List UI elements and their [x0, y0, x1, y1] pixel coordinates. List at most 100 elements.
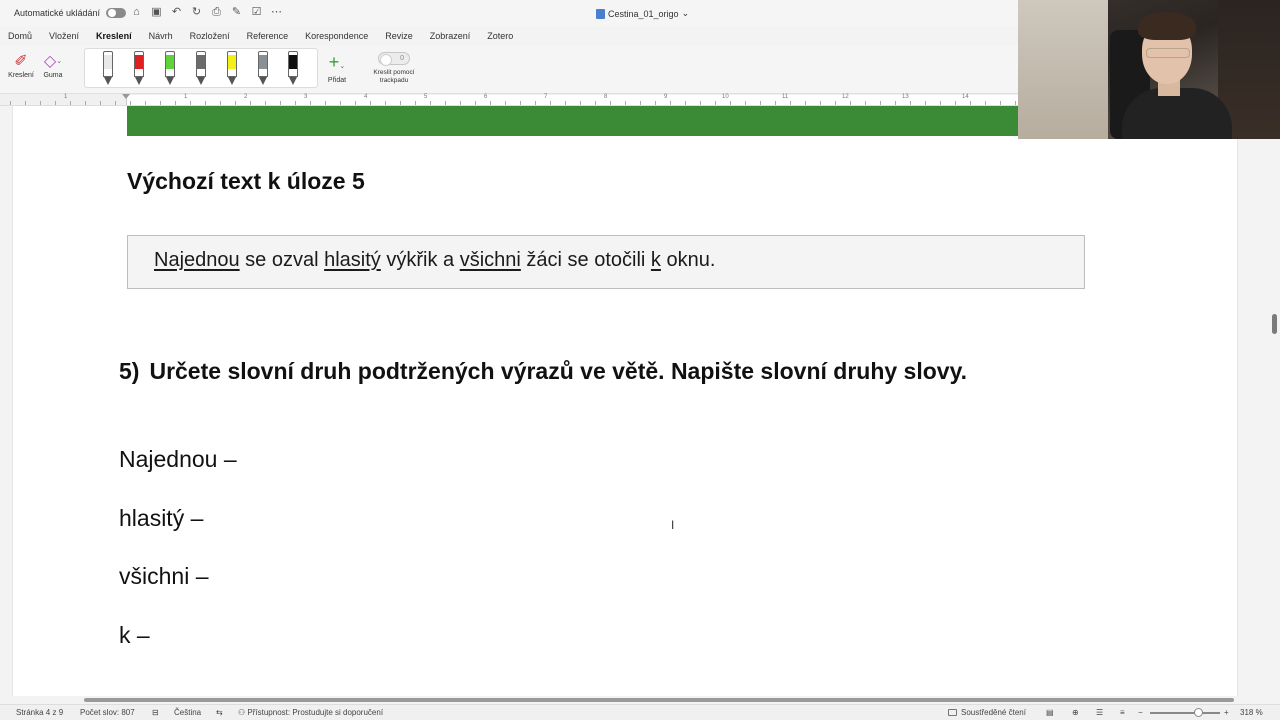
vertical-scroll-thumb[interactable] [1272, 314, 1277, 334]
outline-view-icon[interactable]: ☰ [1096, 708, 1103, 717]
trackpad-label: Kreslit pomocí trackpadu [373, 69, 415, 84]
print-icon[interactable]: ⎙ [210, 6, 223, 19]
source-text-box: Najednou se ozval hlasitý výkřik a všich… [127, 235, 1085, 289]
dark-pencil-pen[interactable] [195, 51, 207, 87]
document-canvas[interactable]: Výchozí text k úloze 5 Najednou se ozval… [0, 106, 1268, 696]
ruler-number: 4 [364, 94, 368, 100]
task-number: 5) [119, 358, 140, 384]
tab-zotero[interactable]: Zotero [487, 27, 521, 45]
word-count[interactable]: Počet slov: 807 [80, 708, 135, 717]
web-layout-icon[interactable]: ⊕ [1072, 708, 1079, 717]
pen-icon[interactable]: ✎ [230, 6, 243, 19]
redo-icon[interactable]: ↻ [190, 6, 203, 19]
sentence-text: oknu. [660, 249, 716, 271]
indent-marker[interactable] [122, 94, 130, 99]
answer-line[interactable]: všichni – [119, 563, 208, 590]
tab-references[interactable]: Reference [247, 27, 297, 45]
text-cursor-icon: I [671, 518, 675, 532]
eraser-icon: ◇ ⌄ [43, 53, 63, 70]
status-bar: Stránka 4 z 9 Počet slov: 807 ⊟ Čeština … [0, 704, 1280, 720]
print-layout-icon[interactable]: ▤ [1046, 708, 1054, 717]
tab-layout[interactable]: Rozložení [190, 27, 238, 45]
green-banner [127, 106, 1031, 136]
ruler-number: 10 [722, 94, 729, 100]
autosave: Automatické ukládání [14, 8, 127, 18]
ruler-number: 11 [782, 94, 789, 100]
ruler-number: 7 [544, 94, 548, 100]
document-page[interactable]: Výchozí text k úloze 5 Najednou se ozval… [12, 106, 1238, 696]
ruler-number: 13 [902, 94, 909, 100]
source-text-heading: Výchozí text k úloze 5 [127, 168, 365, 194]
green-pen[interactable] [164, 51, 176, 87]
tab-mailings[interactable]: Korespondence [305, 27, 376, 45]
draw-pen-icon: ✐ [14, 53, 28, 70]
ruler-ticks [10, 101, 1020, 105]
track-changes-icon[interactable]: ⇆ [216, 708, 223, 717]
tab-review[interactable]: Revize [385, 27, 421, 45]
tab-insert[interactable]: Vložení [49, 27, 87, 45]
horizontal-scrollbar[interactable] [0, 696, 1268, 704]
underlined-word: Najednou [154, 249, 240, 271]
black-pen[interactable] [287, 51, 299, 87]
tab-draw[interactable]: Kreslení [96, 27, 140, 48]
zoom-slider[interactable] [1150, 712, 1220, 714]
language[interactable]: Čeština [174, 708, 201, 717]
tab-design[interactable]: Návrh [149, 27, 181, 45]
focus-mode[interactable]: Soustředěné čtení [948, 708, 1026, 717]
gray-highlighter[interactable] [257, 51, 269, 87]
trackpad-toggle[interactable]: 0 [378, 52, 410, 66]
draft-view-icon[interactable]: ≡ [1120, 708, 1125, 717]
task-text: Určete slovní druh podtržených výrazů ve… [149, 358, 968, 384]
word-doc-icon [596, 8, 605, 19]
answer-line[interactable]: Najednou – [119, 446, 237, 473]
underlined-word: k [650, 249, 661, 271]
accessibility-status[interactable]: ⚇ Přístupnost: Prostudujte si doporučení [238, 708, 383, 717]
sentence-text: výkřik a [380, 249, 460, 271]
plus-icon: +⌄ [328, 52, 346, 72]
autosave-label: Automatické ukládání [14, 8, 101, 18]
accessibility-icon: ⚇ [238, 708, 248, 717]
trackpad-draw: 0 Kreslit pomocí trackpadu [364, 52, 424, 85]
answer-line[interactable]: hlasitý – [119, 505, 203, 532]
home-icon[interactable]: ⌂ [130, 6, 143, 19]
page-indicator[interactable]: Stránka 4 z 9 [16, 708, 63, 717]
draw-label: Kreslení [8, 72, 34, 79]
yellow-highlighter[interactable] [226, 51, 238, 87]
ruler-number: 9 [664, 94, 668, 100]
zoom-in-icon[interactable]: + [1224, 708, 1229, 717]
vertical-scrollbar[interactable] [1268, 106, 1280, 696]
answer-line[interactable]: k – [119, 622, 150, 649]
pen-gallery [84, 48, 318, 88]
more-icon[interactable]: ⋯ [270, 6, 283, 19]
horizontal-ruler[interactable]: 1 1 2 3 4 5 6 7 8 9 10 11 12 13 14 [0, 94, 1020, 106]
pencil-gray-pen[interactable] [102, 51, 114, 87]
proofing-icon[interactable]: ⊟ [152, 708, 159, 717]
ruler-number: 2 [244, 94, 248, 100]
draw-tool[interactable]: ✐ Kreslení [6, 50, 36, 79]
undo-icon[interactable]: ↶ [170, 6, 183, 19]
document-title[interactable]: Cestina_01_origo ⌄ [596, 8, 689, 19]
save-icon[interactable]: ▣ [150, 6, 163, 19]
eraser-tool[interactable]: ◇ ⌄ Guma [38, 50, 68, 79]
zoom-out-icon[interactable]: − [1138, 708, 1143, 717]
tab-home[interactable]: Domů [8, 27, 40, 45]
ruler-number: 12 [842, 94, 849, 100]
sentence-text: se ozval [239, 249, 325, 271]
focus-icon [948, 709, 957, 716]
ruler-number: 1 [64, 94, 68, 100]
form-icon[interactable]: ☑ [250, 6, 263, 19]
ruler-number: 8 [604, 94, 608, 100]
underlined-word: všichni [459, 249, 521, 271]
ruler-number: 3 [304, 94, 308, 100]
autosave-toggle[interactable] [106, 8, 127, 18]
zoom-slider-knob[interactable] [1194, 708, 1203, 717]
red-pen[interactable] [133, 51, 145, 87]
eraser-label: Guma [43, 72, 63, 79]
ruler-number: 6 [484, 94, 488, 100]
add-pen-button[interactable]: +⌄ Přidat [322, 52, 352, 84]
tab-view[interactable]: Zobrazení [430, 27, 479, 45]
ribbon-tabs: Domů Vložení Kreslení Návrh Rozložení Re… [0, 26, 1020, 48]
zoom-level[interactable]: 318 % [1240, 708, 1263, 717]
horizontal-scroll-thumb[interactable] [84, 698, 1234, 702]
webcam-overlay [1018, 0, 1280, 139]
